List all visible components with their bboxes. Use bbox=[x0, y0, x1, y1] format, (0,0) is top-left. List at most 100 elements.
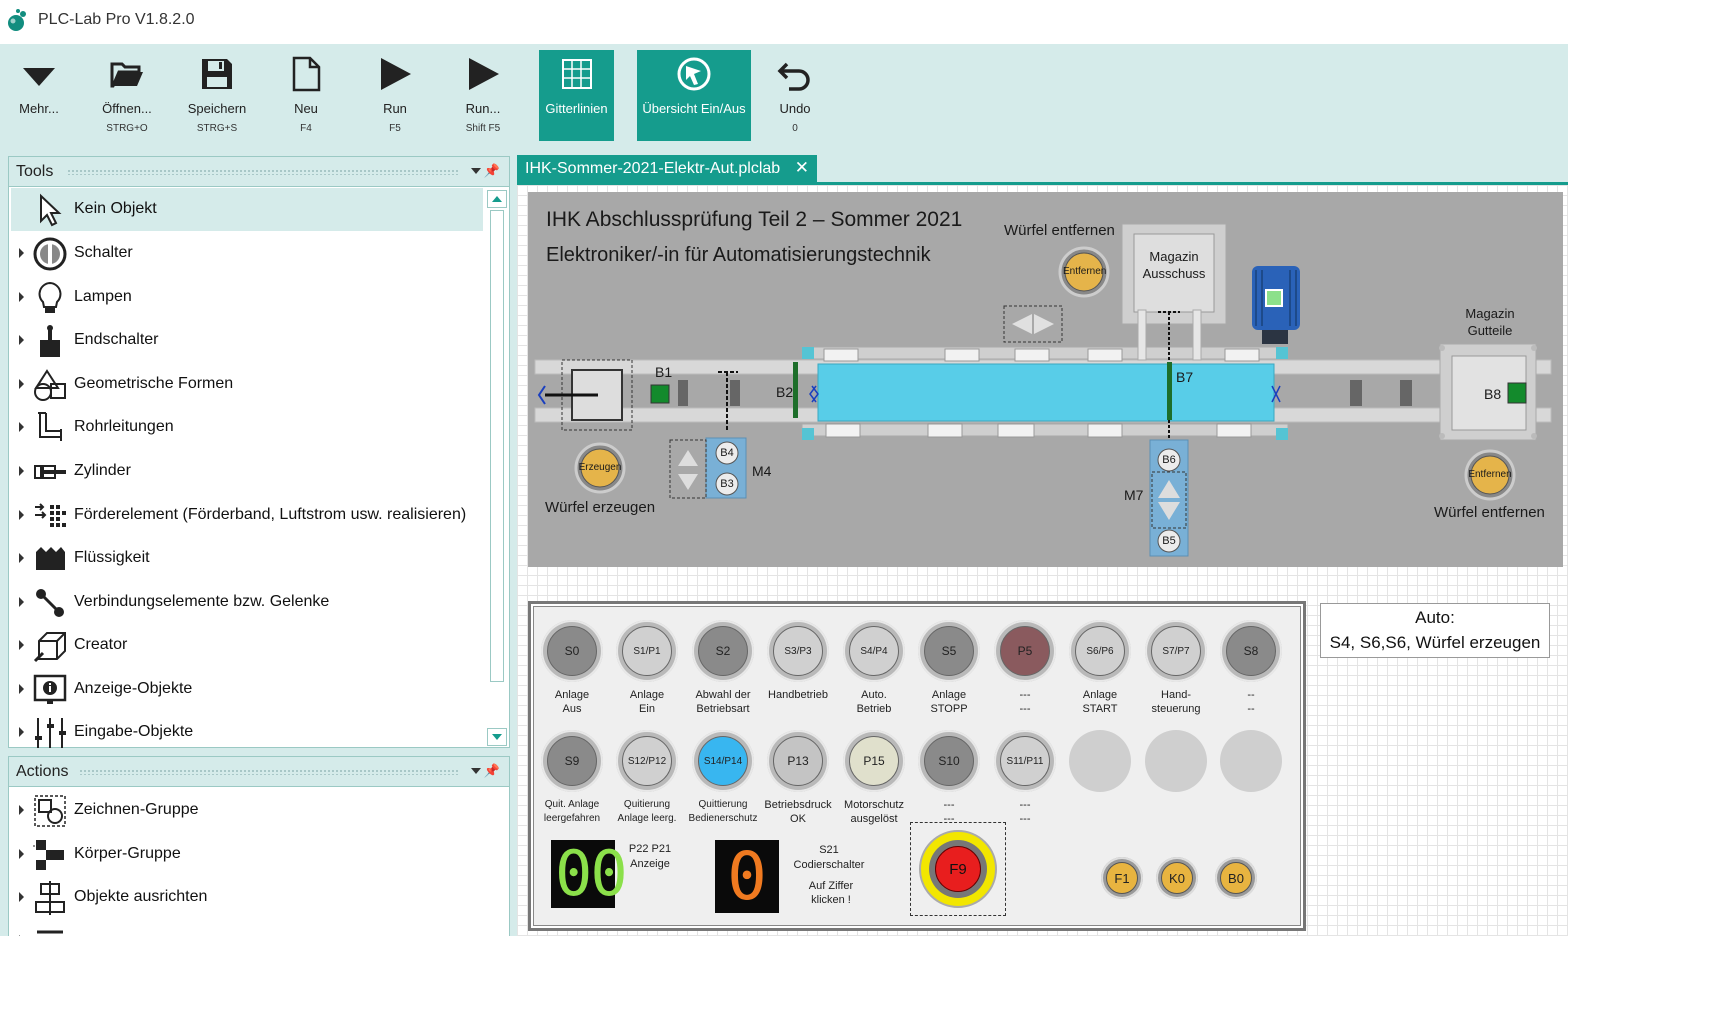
tool-item-foerderelement[interactable]: Förderelement (Förderband, Luftstrom usw… bbox=[11, 494, 483, 537]
tool-item-anzeige-objekte[interactable]: Anzeige-Objekte bbox=[11, 668, 483, 711]
gridlines-toggle-button[interactable]: Gitterlinien bbox=[539, 50, 614, 141]
pin-icon[interactable]: 📌 bbox=[484, 163, 500, 179]
expand-arrow-icon[interactable] bbox=[19, 379, 24, 389]
tool-label: Verbindungselemente bzw. Gelenke bbox=[74, 593, 330, 610]
tool-item-lampen[interactable]: Lampen bbox=[11, 276, 483, 319]
panel-button-s11-p11[interactable]: S11/P11 bbox=[994, 730, 1056, 792]
undo-button[interactable]: Undo 0 bbox=[766, 50, 824, 140]
run-options-button[interactable]: Run... Shift F5 bbox=[452, 50, 514, 140]
panel-button-s5[interactable]: S5 bbox=[918, 620, 980, 682]
panel-button-s9[interactable]: S9 bbox=[541, 730, 603, 792]
open-button-label: Öffnen... bbox=[102, 101, 152, 116]
panel-button-id: S4/P4 bbox=[849, 626, 899, 676]
emergency-stop-f9[interactable]: F9 bbox=[919, 830, 997, 908]
document-tab[interactable]: IHK-Sommer-2021-Elektr-Aut.plclab ✕ bbox=[517, 155, 817, 183]
panel-menu-icon[interactable] bbox=[471, 768, 481, 774]
expand-arrow-icon[interactable] bbox=[19, 422, 24, 432]
play-icon bbox=[381, 58, 411, 90]
erzeugen-button[interactable]: Erzeugen bbox=[578, 462, 622, 473]
panel-button-id: S11/P11 bbox=[1000, 736, 1050, 786]
small-button-b0[interactable]: B0 bbox=[1215, 857, 1257, 899]
panel-button-s14-p14[interactable]: S14/P14 bbox=[692, 730, 754, 792]
expand-arrow-icon[interactable] bbox=[19, 849, 24, 859]
coding-switch-s21[interactable]: 0 bbox=[715, 840, 779, 913]
expand-arrow-icon[interactable] bbox=[19, 335, 24, 345]
expand-arrow-icon[interactable] bbox=[19, 892, 24, 902]
sensor-b5-label[interactable]: B5 bbox=[1159, 535, 1179, 547]
tool-item-zylinder[interactable]: Zylinder bbox=[11, 450, 483, 493]
panel-button-s4-p4[interactable]: S4/P4 bbox=[843, 620, 905, 682]
tool-item-geometrische-formen[interactable]: Geometrische Formen bbox=[11, 363, 483, 406]
panel-grip[interactable] bbox=[79, 769, 459, 775]
sensor-b4-label[interactable]: B4 bbox=[717, 447, 737, 459]
panel-button-s6-p6[interactable]: S6/P6 bbox=[1069, 620, 1131, 682]
display-p22-p21-value: 00 bbox=[555, 837, 628, 910]
sensor-b3-label[interactable]: B3 bbox=[717, 478, 737, 490]
tool-item-kein-objekt[interactable]: Kein Objekt bbox=[11, 188, 483, 231]
overview-toggle-button[interactable]: Übersicht Ein/Aus bbox=[637, 50, 751, 141]
tools-panel-title: Tools bbox=[16, 163, 60, 181]
entfernen-button-top[interactable]: Entfernen bbox=[1063, 266, 1106, 277]
pin-icon[interactable]: 📌 bbox=[484, 763, 500, 779]
panel-button-s3-p3[interactable]: S3/P3 bbox=[767, 620, 829, 682]
tool-item-endschalter[interactable]: Endschalter bbox=[11, 319, 483, 362]
expand-arrow-icon[interactable] bbox=[19, 727, 24, 737]
empty-button-slot bbox=[1145, 730, 1207, 792]
save-button[interactable]: Speichern STRG+S bbox=[180, 50, 254, 140]
tool-item-fluessigkeit[interactable]: Flüssigkeit bbox=[11, 537, 483, 580]
expand-arrow-icon[interactable] bbox=[19, 466, 24, 476]
panel-button-s8[interactable]: S8 bbox=[1220, 620, 1282, 682]
expand-arrow-icon[interactable] bbox=[19, 248, 24, 258]
small-button-f1[interactable]: F1 bbox=[1101, 857, 1143, 899]
expand-arrow-icon[interactable] bbox=[19, 292, 24, 302]
panel-button-s1-p1[interactable]: S1/P1 bbox=[616, 620, 678, 682]
tool-item-rohrleitungen[interactable]: Rohrleitungen bbox=[11, 406, 483, 449]
tool-item-verbindungselemente[interactable]: Verbindungselemente bzw. Gelenke bbox=[11, 581, 483, 624]
display-p22-p21-label: P22 P21 Anzeige bbox=[628, 843, 672, 870]
panel-grip[interactable] bbox=[67, 169, 459, 175]
action-item-koerper-gruppe[interactable]: Körper-Gruppe bbox=[11, 833, 483, 876]
panel-button-p13[interactable]: P13 bbox=[767, 730, 829, 792]
panel-button-id: S8 bbox=[1226, 626, 1276, 676]
sensor-b2 bbox=[793, 362, 798, 418]
panel-button-p15[interactable]: P15 bbox=[843, 730, 905, 792]
cylinder-icon bbox=[34, 465, 66, 479]
expand-arrow-icon[interactable] bbox=[19, 510, 24, 520]
panel-button-label: --- --- bbox=[1019, 689, 1031, 715]
panel-button-s2[interactable]: S2 bbox=[692, 620, 754, 682]
scroll-thumb[interactable] bbox=[490, 210, 504, 682]
expand-arrow-icon[interactable] bbox=[19, 597, 24, 607]
sensor-b6-label[interactable]: B6 bbox=[1159, 454, 1179, 466]
panel-button-s12-p12[interactable]: S12/P12 bbox=[616, 730, 678, 792]
scroll-down-button[interactable] bbox=[487, 728, 507, 746]
expand-arrow-icon[interactable] bbox=[19, 684, 24, 694]
small-button-k0[interactable]: K0 bbox=[1156, 857, 1198, 899]
panel-button-s7-p7[interactable]: S7/P7 bbox=[1145, 620, 1207, 682]
panel-button-s0[interactable]: S0 bbox=[541, 620, 603, 682]
body-group-icon bbox=[33, 840, 64, 870]
action-item-objekte-ausrichten[interactable]: Objekte ausrichten bbox=[11, 876, 483, 919]
panel-button-s10[interactable]: S10 bbox=[918, 730, 980, 792]
new-button[interactable]: Neu F4 bbox=[276, 50, 336, 140]
expand-arrow-icon[interactable] bbox=[19, 935, 24, 936]
tool-item-schalter[interactable]: Schalter bbox=[11, 232, 483, 275]
expand-arrow-icon[interactable] bbox=[19, 805, 24, 815]
panel-button-id: S9 bbox=[547, 736, 597, 786]
run-button[interactable]: Run F5 bbox=[364, 50, 426, 140]
tool-item-creator[interactable]: Creator bbox=[11, 624, 483, 667]
tool-item-eingabe-objekte[interactable]: Eingabe-Objekte bbox=[11, 711, 483, 754]
scroll-up-button[interactable] bbox=[487, 190, 507, 208]
expand-arrow-icon[interactable] bbox=[19, 553, 24, 563]
panel-button-p5[interactable]: P5 bbox=[994, 620, 1056, 682]
expand-arrow-icon[interactable] bbox=[19, 640, 24, 650]
panel-menu-icon[interactable] bbox=[471, 168, 481, 174]
open-button[interactable]: Öffnen... STRG+O bbox=[92, 50, 162, 140]
action-item-partial[interactable] bbox=[11, 919, 483, 936]
more-button[interactable]: Mehr... bbox=[8, 50, 70, 140]
close-tab-icon[interactable]: ✕ bbox=[795, 158, 809, 178]
tools-scrollbar[interactable] bbox=[487, 190, 507, 748]
panel-button-id: S0 bbox=[547, 626, 597, 676]
entfernen-button-right[interactable]: Entfernen bbox=[1468, 469, 1512, 480]
ribbon-toolbar: Mehr... Öffnen... STRG+O Speichern STRG+… bbox=[0, 44, 1568, 150]
action-item-zeichnen-gruppe[interactable]: Zeichnen-Gruppe bbox=[11, 789, 483, 832]
